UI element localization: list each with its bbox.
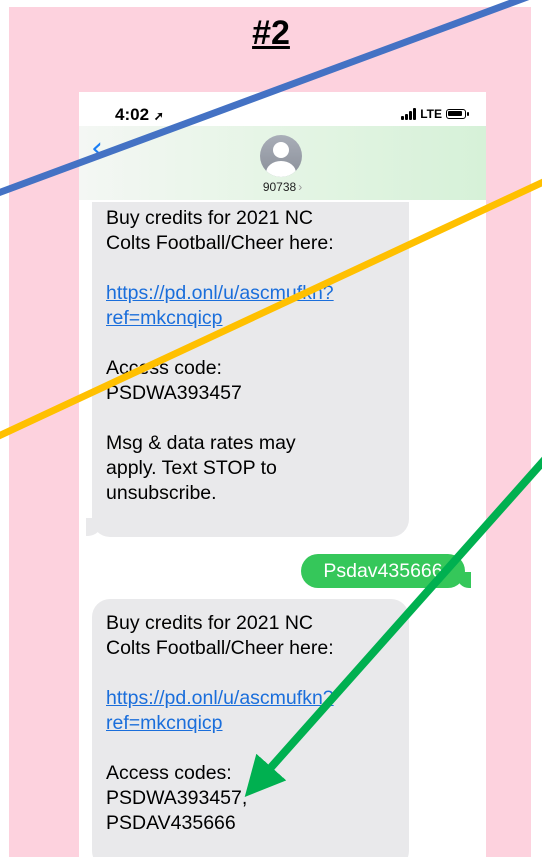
- blue-annotation-line: [0, 0, 530, 197]
- green-annotation-arrow: [244, 456, 542, 797]
- yellow-annotation-line: [0, 178, 542, 440]
- annotation-overlay: [0, 0, 542, 797]
